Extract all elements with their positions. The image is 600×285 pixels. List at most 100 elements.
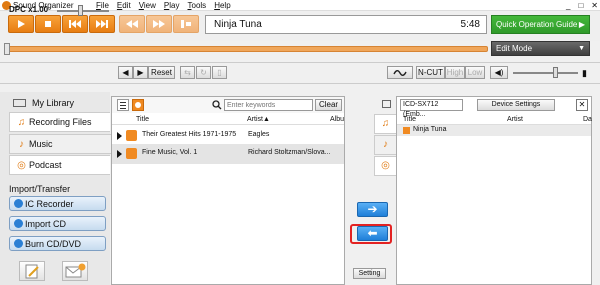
column-artist[interactable]: Artist▲ <box>247 116 270 123</box>
transfer-to-device-button[interactable]: ➔ <box>357 202 388 217</box>
table-row[interactable]: Fine Music, Vol. 1 Richard Stoltzman/Slo… <box>112 144 344 164</box>
voice-up-button[interactable] <box>387 66 413 79</box>
cd-icon <box>14 219 23 228</box>
podcast-icon: ◎ <box>381 160 390 171</box>
previous-button[interactable] <box>62 15 88 33</box>
repeat-ab-button[interactable]: ⇆ <box>180 66 195 79</box>
music-note-icon: ♪ <box>383 139 388 150</box>
volume-slider[interactable] <box>513 72 578 74</box>
album-art-icon <box>126 148 137 159</box>
clear-search-button[interactable]: Clear <box>315 99 342 111</box>
highlight-box <box>350 224 392 244</box>
skip-forward-icon <box>96 20 108 28</box>
list-icon <box>120 102 126 109</box>
ncut-button[interactable]: N-CUT <box>416 66 445 79</box>
menu-view[interactable]: View <box>139 0 156 11</box>
row-title: Their Greatest Hits 1971-1975 <box>142 131 237 138</box>
edit-mode-button[interactable]: Edit Mode ▼ <box>491 41 590 56</box>
row-title: Fine Music, Vol. 1 <box>142 149 198 156</box>
ncut-low-button[interactable]: Low <box>465 66 485 79</box>
new-mail-button[interactable] <box>62 261 88 281</box>
search-input[interactable] <box>224 99 313 111</box>
table-row[interactable]: Ninja Tuna <box>397 125 591 136</box>
my-library-heading: My Library <box>32 98 75 108</box>
sidebar-item-label: Recording Files <box>29 117 92 127</box>
close-device-panel-button[interactable]: ✕ <box>576 99 588 111</box>
ncut-high-button[interactable]: High <box>445 66 465 79</box>
rewind-button[interactable] <box>119 15 145 33</box>
album-view-button[interactable] <box>132 99 144 111</box>
library-column-headers: Title Artist▲ Albu <box>112 114 344 125</box>
table-row[interactable]: Their Greatest Hits 1971-1975 Eagles <box>112 126 344 146</box>
column-title[interactable]: Title <box>136 116 149 123</box>
menu-play[interactable]: Play <box>164 0 180 11</box>
recording-icon: ♫ <box>381 118 390 129</box>
album-icon <box>135 102 141 108</box>
next-button[interactable] <box>89 15 115 33</box>
import-cd-button[interactable]: Import CD <box>9 216 106 231</box>
expand-triangle-icon[interactable] <box>117 132 122 140</box>
menu-edit[interactable]: Edit <box>117 0 131 11</box>
device-tab-music[interactable]: ♪ <box>374 135 396 155</box>
sidebar-item-podcast[interactable]: ◎ Podcast <box>9 155 110 175</box>
quick-operation-guide-button[interactable]: Quick Operation Guide ▶ <box>491 15 590 34</box>
sidebar-item-recording-files[interactable]: ♫ Recording Files <box>9 112 110 132</box>
volume-handle[interactable] <box>553 67 558 78</box>
device-settings-button[interactable]: Device Settings <box>477 99 555 111</box>
track-duration: 5:48 <box>460 19 480 30</box>
track-mark-icon <box>181 20 191 28</box>
row-artist: Eagles <box>248 131 270 138</box>
skip-back-icon <box>69 20 81 28</box>
repeat-button[interactable]: ↻ <box>196 66 211 79</box>
column-artist[interactable]: Artist <box>507 116 523 123</box>
dpc-speed-slider[interactable] <box>57 10 109 12</box>
divide-icon: ▯ <box>217 68 222 77</box>
podcast-icon: ◎ <box>17 160 26 171</box>
library-list-panel: Clear Title Artist▲ Albu Their Greatest … <box>111 96 345 285</box>
window-controls: _ □ ✕ <box>566 0 598 11</box>
list-toolbar: Clear <box>112 97 344 113</box>
music-file-icon <box>403 127 410 134</box>
mute-button[interactable]: ◀) <box>490 66 508 79</box>
divide-button[interactable]: ▯ <box>212 66 227 79</box>
play-button[interactable] <box>8 15 34 33</box>
dpc-speed-label: DPC x1.00 <box>9 5 49 14</box>
sidebar-item-music[interactable]: ♪ Music <box>9 134 111 154</box>
column-date[interactable]: Da <box>583 116 592 123</box>
menu-help[interactable]: Help <box>214 0 230 11</box>
note-pencil-icon <box>25 264 39 279</box>
expand-triangle-icon[interactable] <box>117 150 122 158</box>
list-view-button[interactable] <box>117 99 129 111</box>
add-mark-button[interactable] <box>173 15 199 33</box>
column-album[interactable]: Albu <box>330 116 344 123</box>
stop-button[interactable] <box>35 15 61 33</box>
rewind-icon <box>126 20 138 28</box>
maximize-button[interactable]: □ <box>578 0 583 11</box>
fast-forward-button[interactable] <box>146 15 172 33</box>
menu-bar: File Edit View Play Tools Help <box>96 0 231 11</box>
dpc-reset-button[interactable]: Reset <box>148 66 175 79</box>
loop-icon: ↻ <box>200 68 207 77</box>
envelope-add-icon <box>65 263 86 278</box>
device-tab-podcast[interactable]: ◎ <box>374 156 396 176</box>
burn-cd-dvd-button[interactable]: Burn CD/DVD <box>9 236 106 251</box>
now-playing-title: Ninja Tuna <box>214 19 262 30</box>
dpc-increase-button[interactable]: ▶ <box>133 66 148 79</box>
import-button-label: Import CD <box>25 219 67 229</box>
menu-tools[interactable]: Tools <box>188 0 207 11</box>
dpc-decrease-button[interactable]: ◀ <box>118 66 133 79</box>
device-select[interactable]: ICD-SX712 (Emb... <box>400 99 463 118</box>
dpc-speed-handle[interactable] <box>78 5 83 16</box>
playback-progress-handle[interactable] <box>4 43 10 55</box>
new-playlist-button[interactable] <box>19 261 45 281</box>
playback-progress-bar[interactable] <box>8 46 488 52</box>
burn-disc-icon <box>14 239 23 248</box>
device-tab-recording[interactable]: ♫ <box>374 114 396 134</box>
transfer-setting-button[interactable]: Setting <box>353 268 386 279</box>
speaker-loud-icon: ▮ <box>582 68 587 78</box>
ic-recorder-button[interactable]: IC Recorder <box>9 196 106 211</box>
arrow-right-icon: ➔ <box>367 202 378 216</box>
column-title[interactable]: Title <box>403 116 416 123</box>
minimize-button[interactable]: _ <box>566 0 570 11</box>
close-window-button[interactable]: ✕ <box>591 0 598 11</box>
